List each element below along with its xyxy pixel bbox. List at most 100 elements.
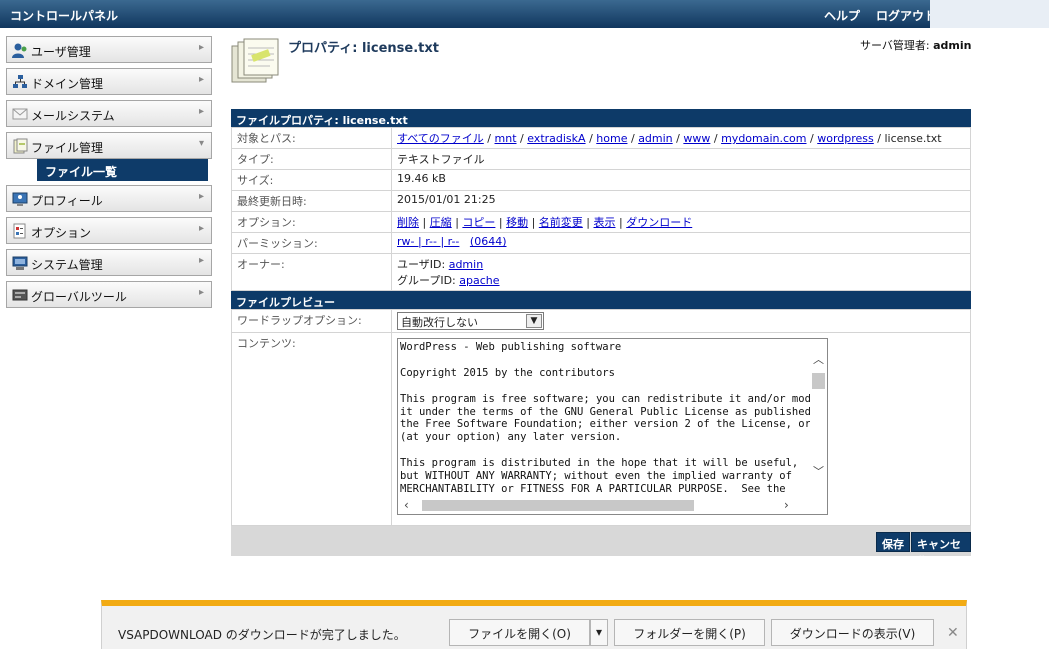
help-link[interactable]: ヘルプ <box>824 7 860 24</box>
action-bar: 保存 キャンセル <box>231 526 971 567</box>
scroll-down-icon[interactable]: ﹀ <box>813 463 824 479</box>
options-label: オプション: <box>231 211 392 233</box>
content-text: WordPress - Web publishing software Copy… <box>400 341 810 495</box>
rename-link[interactable]: 名前変更 <box>539 216 583 229</box>
move-link[interactable]: 移動 <box>506 216 528 229</box>
sidebar-item-system[interactable]: システム管理 ▸ <box>6 249 212 276</box>
file-preview-header: ファイルプレビュー <box>231 291 971 309</box>
scroll-right-icon[interactable]: › <box>784 498 789 512</box>
type-value: テキストファイル <box>391 148 971 170</box>
users-icon <box>12 43 27 58</box>
permissions-label: パーミッション: <box>231 232 392 254</box>
chevron-right-icon: ▸ <box>198 191 204 202</box>
path-link-extradisk[interactable]: extradiskA <box>527 132 585 145</box>
scroll-up-icon[interactable]: ︿ <box>813 351 824 367</box>
permissions-octal-link[interactable]: (0644) <box>470 235 507 248</box>
global-tools-icon <box>12 289 28 301</box>
sidebar-item-files[interactable]: ファイル管理 ▾ <box>6 132 212 159</box>
path-link-domain[interactable]: mydomain.com <box>721 132 806 145</box>
admin-label: サーバ管理者: admin <box>860 37 971 53</box>
open-file-button[interactable]: ファイルを開く(O) <box>449 619 590 646</box>
permissions-value: rw- | r-- | r-- (0644) <box>391 232 971 254</box>
path-link-mnt[interactable]: mnt <box>495 132 517 145</box>
sidebar-item-domains[interactable]: ドメイン管理 ▸ <box>6 68 212 95</box>
horizontal-scrollbar[interactable]: ‹ › <box>398 497 811 514</box>
file-properties-table: 対象とパス: すべてのファイル / mnt / extradiskA / hom… <box>231 127 971 291</box>
content-label: コンテンツ: <box>231 332 392 526</box>
properties-panel: ファイルプロパティ: license.txt 対象とパス: すべてのファイル /… <box>231 109 971 567</box>
file-properties-icon <box>231 38 279 83</box>
sidebar: ユーザ管理 ▸ ドメイン管理 ▸ メールシステム ▸ ファイル管理 ▾ ファイル… <box>6 36 212 313</box>
file-preview-table: ワードラップオプション: 自動改行しない ▼ コンテンツ: WordPress … <box>231 309 971 526</box>
content-textarea[interactable]: WordPress - Web publishing software Copy… <box>397 338 828 515</box>
copy-link[interactable]: コピー <box>462 216 495 229</box>
close-icon[interactable]: ✕ <box>947 625 959 641</box>
open-folder-button[interactable]: フォルダーを開く(P) <box>614 619 765 646</box>
file-properties-header: ファイルプロパティ: license.txt <box>231 109 971 127</box>
file-options: 削除 | 圧縮 | コピー | 移動 | 名前変更 | 表示 | ダウンロード <box>391 211 971 233</box>
system-icon <box>12 256 28 270</box>
chevron-down-icon: ▾ <box>198 138 204 149</box>
vertical-scrollbar[interactable]: ︿ ﹀ <box>810 339 827 497</box>
path-label: 対象とパス: <box>231 127 392 149</box>
options-icon <box>13 223 26 239</box>
sidebar-item-profile[interactable]: プロフィール ▸ <box>6 185 212 212</box>
file-manager-icon <box>13 138 28 154</box>
size-value: 19.46 kB <box>391 169 971 191</box>
open-file-dropdown[interactable]: ▾ <box>590 619 608 646</box>
modified-value: 2015/01/01 21:25 <box>391 190 971 212</box>
sidebar-item-global-tools[interactable]: グローバルツール ▸ <box>6 281 212 308</box>
profile-icon <box>12 192 28 206</box>
path-link-all-files[interactable]: すべてのファイル <box>397 132 484 145</box>
modified-label: 最終更新日時: <box>231 190 392 212</box>
owner-label: オーナー: <box>231 253 392 291</box>
table-row: コンテンツ: WordPress - Web publishing softwa… <box>231 332 971 526</box>
domain-icon <box>13 75 27 88</box>
scroll-left-icon[interactable]: ‹ <box>404 498 409 512</box>
app-title: コントロールパネル <box>10 9 119 23</box>
chevron-right-icon: ▸ <box>198 287 204 298</box>
horizontal-scroll-thumb[interactable] <box>422 500 694 511</box>
vertical-scroll-thumb[interactable] <box>812 373 825 389</box>
sidebar-subitem-file-list[interactable]: ファイル一覧 <box>37 159 208 181</box>
sidebar-item-label: グローバルツール <box>31 290 127 304</box>
chevron-right-icon: ▸ <box>198 42 204 53</box>
permissions-link[interactable]: rw- | r-- | r-- <box>397 235 459 248</box>
path-link-admin[interactable]: admin <box>638 132 672 145</box>
delete-link[interactable]: 削除 <box>397 216 419 229</box>
sidebar-item-label: ユーザ管理 <box>31 45 91 59</box>
page-title: プロパティ: license.txt <box>288 41 439 56</box>
view-link[interactable]: 表示 <box>594 216 616 229</box>
chevron-down-icon: ▼ <box>526 314 542 328</box>
wrap-option-cell: 自動改行しない ▼ <box>391 309 971 333</box>
wrap-option-select[interactable]: 自動改行しない ▼ <box>397 312 544 330</box>
path-link-home[interactable]: home <box>596 132 627 145</box>
group-id-link[interactable]: apache <box>459 274 499 287</box>
content-cell: WordPress - Web publishing software Copy… <box>391 332 971 526</box>
path-breadcrumb: すべてのファイル / mnt / extradiskA / home / adm… <box>391 127 971 149</box>
chevron-right-icon: ▸ <box>198 223 204 234</box>
sidebar-item-options[interactable]: オプション ▸ <box>6 217 212 244</box>
chevron-right-icon: ▸ <box>198 255 204 266</box>
download-link[interactable]: ダウンロード <box>626 216 692 229</box>
sidebar-item-mail[interactable]: メールシステム ▸ <box>6 100 212 127</box>
user-id-link[interactable]: admin <box>449 258 483 271</box>
sidebar-item-users[interactable]: ユーザ管理 ▸ <box>6 36 212 63</box>
table-row: 対象とパス: すべてのファイル / mnt / extradiskA / hom… <box>231 127 971 149</box>
sidebar-item-label: システム管理 <box>31 258 103 272</box>
mail-icon <box>12 108 28 120</box>
show-downloads-button[interactable]: ダウンロードの表示(V) <box>771 619 934 646</box>
compress-link[interactable]: 圧縮 <box>430 216 452 229</box>
table-row: サイズ: 19.46 kB <box>231 169 971 191</box>
user-id-label: ユーザID: <box>397 258 446 271</box>
logout-link[interactable]: ログアウト <box>876 7 936 24</box>
top-bar-strip <box>930 0 1049 28</box>
table-row: タイプ: テキストファイル <box>231 148 971 170</box>
path-link-wordpress[interactable]: wordpress <box>817 132 874 145</box>
table-row: ワードラップオプション: 自動改行しない ▼ <box>231 309 971 333</box>
cancel-button[interactable]: キャンセル <box>911 532 971 567</box>
path-link-www[interactable]: www <box>683 132 710 145</box>
chevron-right-icon: ▸ <box>198 74 204 85</box>
save-button[interactable]: 保存 <box>876 532 910 552</box>
admin-role-label: サーバ管理者: <box>860 39 930 52</box>
